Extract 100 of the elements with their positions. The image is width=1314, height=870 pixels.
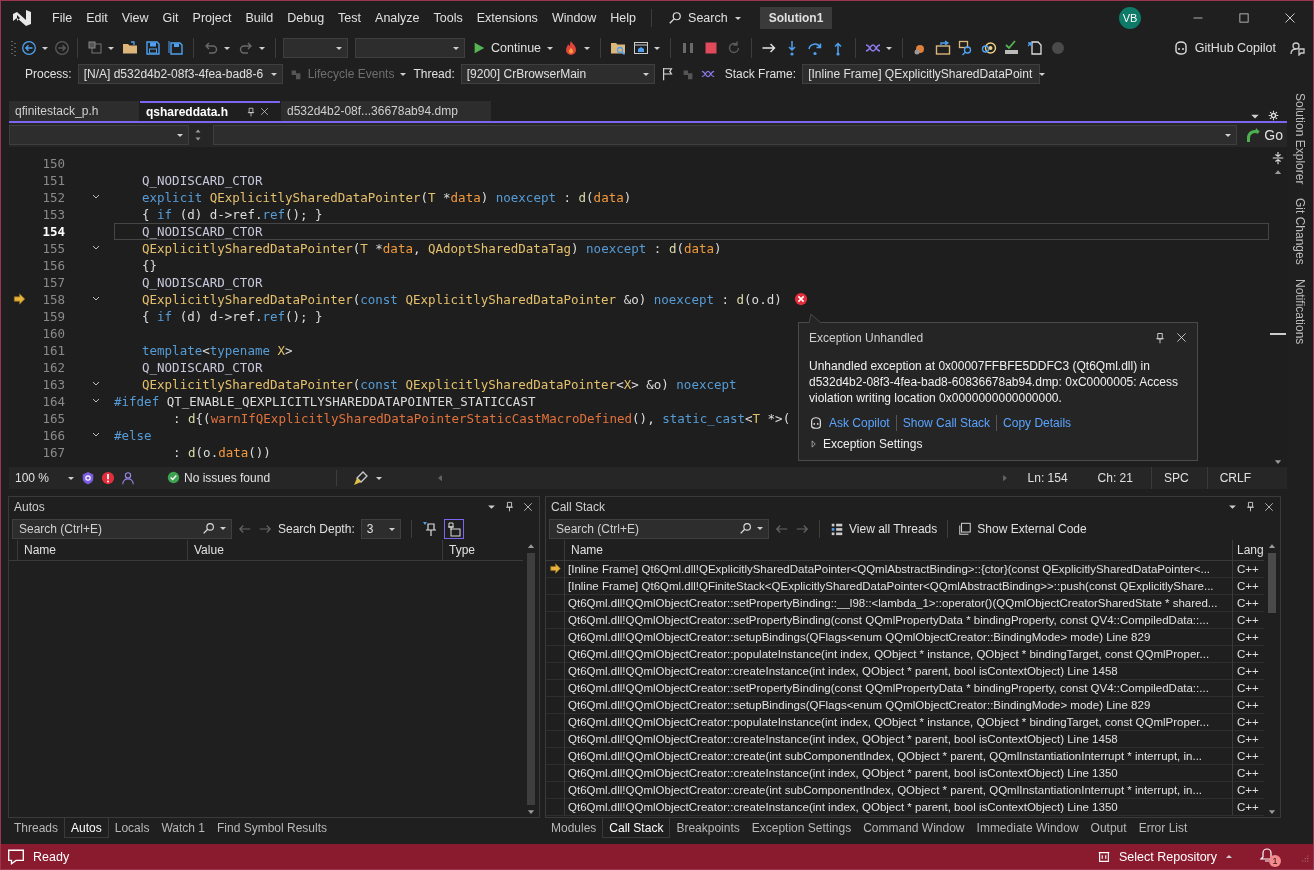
menu-item[interactable]: Debug <box>280 9 332 27</box>
menu-item[interactable]: Help <box>603 9 644 27</box>
feedback-icon <box>1289 40 1305 56</box>
whitespace-indicator[interactable]: SPC <box>1150 466 1201 489</box>
search-icon[interactable] <box>202 521 215 535</box>
show-external-code-button[interactable]: Show External Code <box>958 521 1087 536</box>
pin-icon[interactable] <box>504 501 515 513</box>
menu-item[interactable]: Tools <box>426 9 470 27</box>
exception-settings-expander[interactable]: Exception Settings <box>809 436 923 451</box>
document-tab[interactable]: qfinitestack_p.h <box>9 100 139 121</box>
select-repository-button[interactable]: Select Repository <box>1097 849 1233 864</box>
panel-tab[interactable]: Autos <box>64 818 109 838</box>
scroll-thumb[interactable] <box>527 552 535 805</box>
pin-icon[interactable] <box>246 106 257 117</box>
menu-item[interactable]: Edit <box>79 9 115 27</box>
target-icon <box>981 40 998 56</box>
column-header[interactable]: Name <box>564 540 1232 561</box>
pin-icon[interactable] <box>1154 331 1166 344</box>
panel-tab[interactable]: Watch 1 <box>155 818 211 838</box>
panel-tab[interactable]: Error List <box>1132 818 1194 838</box>
side-tab[interactable]: Solution Explorer <box>1293 93 1307 185</box>
person-icon[interactable] <box>121 470 135 485</box>
panel-tab[interactable]: Command Window <box>857 818 971 838</box>
caret-icon[interactable] <box>487 502 496 512</box>
notifications-button[interactable]: 1 <box>1259 846 1281 867</box>
error-icon[interactable] <box>793 292 808 307</box>
caret-icon[interactable] <box>219 524 227 533</box>
popup-link[interactable]: Ask Copilot <box>829 415 890 430</box>
view-all-threads-button[interactable]: View all Threads <box>830 521 938 536</box>
side-tab[interactable]: Git Changes <box>1293 198 1307 266</box>
code-line: { if (d) d->ref.ref(); } <box>142 206 323 222</box>
caret-icon <box>885 44 894 52</box>
close-icon <box>1284 12 1296 24</box>
issues-indicator[interactable]: No issues found <box>167 470 271 485</box>
line-number: 161 <box>41 342 65 358</box>
document-tab[interactable]: d532d4b2-08f...36678ab94.dmp <box>281 100 491 121</box>
popup-link[interactable]: Copy Details <box>1003 415 1072 430</box>
close-icon[interactable] <box>260 107 270 117</box>
line-ending-indicator[interactable]: CRLF <box>1206 466 1263 489</box>
close-icon[interactable] <box>1176 332 1187 344</box>
close-icon[interactable] <box>523 501 533 512</box>
panel-tab[interactable]: Find Symbol Results <box>211 818 334 838</box>
stack-frame-cell: Qt6Qml.dll!QQmlObjectCreator::setPropertyBinding::__l98::<lambda_1>::operator()(QQmlObjectCreatorSharedState * shared... <box>564 594 1232 612</box>
column-header[interactable]: Type <box>442 540 522 561</box>
depth-dropdown[interactable]: 3 <box>360 518 401 539</box>
panel-tab[interactable]: Breakpoints <box>670 818 746 838</box>
search-field[interactable]: Search (Ctrl+E) <box>549 518 769 539</box>
continue-button[interactable]: Continue <box>468 41 559 55</box>
brush-icon[interactable] <box>353 469 370 486</box>
user-avatar[interactable]: VB <box>1119 7 1141 29</box>
process-dropdown[interactable]: [N/A] d532d4b2-08f3-4fea-bad8-6 <box>77 64 283 84</box>
panel-tab[interactable]: Exception Settings <box>745 818 858 838</box>
page-icon <box>1027 40 1044 56</box>
splitter-icon[interactable] <box>1271 150 1285 165</box>
column-header[interactable]: Value <box>187 540 442 561</box>
zoom-dropdown[interactable]: 100 % <box>15 470 75 485</box>
caret-icon[interactable] <box>1228 502 1237 512</box>
line-number: 165 <box>41 410 65 426</box>
caret-icon <box>1038 70 1047 78</box>
document-tab[interactable]: qshareddata.h <box>140 100 280 121</box>
panel-tab[interactable]: Immediate Window <box>970 818 1085 838</box>
panel-tab[interactable]: Output <box>1084 818 1133 838</box>
shield-icon[interactable] <box>81 470 95 485</box>
stack-frame-cell: Qt6Qml.dll!QQmlObjectCreator::createInstance(int index, QObject * parent, bool isContextObject) Line 1458 <box>564 662 1232 680</box>
menu-item[interactable]: Window <box>544 9 604 27</box>
menu-item[interactable]: Git <box>155 9 186 27</box>
menu-item[interactable]: Build <box>238 9 281 27</box>
repository-icon <box>1097 849 1112 864</box>
settings-icon[interactable] <box>1268 109 1279 121</box>
maximize-icon <box>1238 12 1250 24</box>
column-header[interactable]: Name <box>17 540 187 561</box>
close-icon[interactable] <box>1264 501 1274 512</box>
pin-icon[interactable] <box>421 520 438 537</box>
panel-tab[interactable]: Call Stack <box>602 818 671 838</box>
panel-tab[interactable]: Modules <box>545 818 603 838</box>
caret-icon[interactable] <box>756 524 764 533</box>
check-circle-icon <box>167 471 180 485</box>
panel-tab[interactable]: Threads <box>8 818 65 838</box>
pin-icon[interactable] <box>1245 501 1256 513</box>
copilot-button[interactable]: GitHub Copilot <box>1172 40 1276 56</box>
menu-item[interactable]: View <box>114 9 156 27</box>
search-icon[interactable] <box>739 521 752 535</box>
thread-dropdown[interactable]: [9200] CrBrowserMain <box>460 64 655 84</box>
copilot-icon <box>809 415 823 430</box>
panel-tab[interactable]: Locals <box>108 818 156 838</box>
menu-item[interactable]: Extensions <box>469 9 545 27</box>
toggle-button[interactable] <box>443 518 464 539</box>
menu-item[interactable]: Project <box>185 9 239 27</box>
line-number: 159 <box>41 308 65 324</box>
side-tab[interactable]: Notifications <box>1293 279 1307 345</box>
menu-item[interactable]: File <box>45 9 80 27</box>
code-line: QExplicitlySharedDataPointer(T *data, QAdoptSharedDataTag) noexcept : d(data) <box>142 240 722 256</box>
scroll-thumb[interactable] <box>1268 552 1276 613</box>
menu-item[interactable]: Test <box>331 9 369 27</box>
search-button[interactable]: Search <box>660 9 750 27</box>
popup-link[interactable]: Show Call Stack <box>902 415 991 430</box>
go-button[interactable]: Go <box>1241 126 1287 143</box>
menu-item[interactable]: Analyze <box>368 9 427 27</box>
alert-icon[interactable] <box>101 470 115 485</box>
search-field[interactable]: Search (Ctrl+E) <box>12 518 232 539</box>
